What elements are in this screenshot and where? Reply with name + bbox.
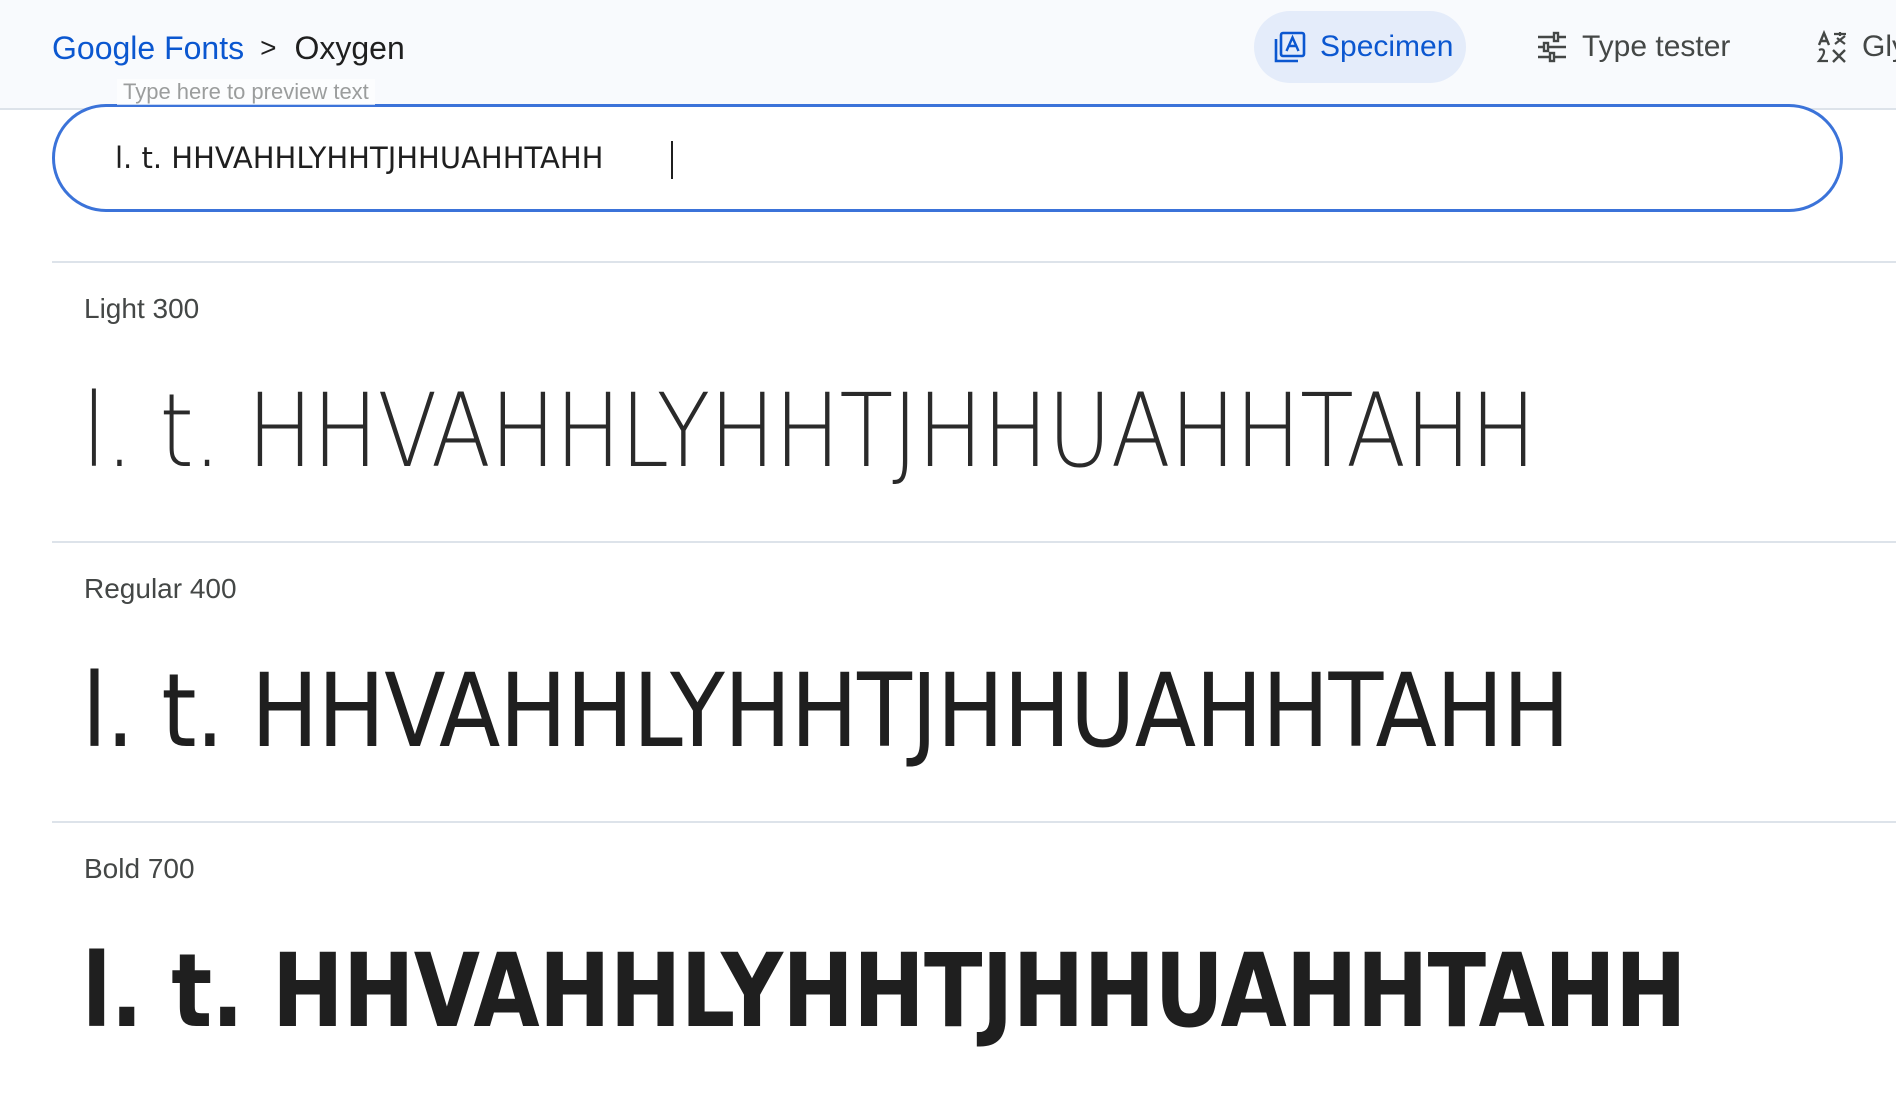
breadcrumb-current-font: Oxygen bbox=[294, 29, 405, 66]
style-preview-text: l. t. HHVAHHLYHHTJHHUAHHTAHH bbox=[82, 652, 1570, 771]
style-name: Regular 400 bbox=[84, 573, 237, 604]
sliders-icon bbox=[1534, 29, 1570, 65]
glyphs-icon bbox=[1814, 29, 1850, 65]
type-tester-field[interactable]: Type here to preview text bbox=[52, 79, 1843, 212]
style-row-light-300: Light 300 l. t. HHVAHHLYHHTJHHUAHHTAHH bbox=[52, 261, 1896, 541]
preview-text-input[interactable] bbox=[115, 129, 1765, 187]
style-preview-text: l. t. HHVAHHLYHHTJHHUAHHTAHH bbox=[82, 372, 1536, 491]
breadcrumb: Google Fonts > Oxygen bbox=[52, 26, 405, 70]
tab-type-tester-label: Type tester bbox=[1582, 30, 1731, 63]
tab-specimen-label: Specimen bbox=[1320, 30, 1454, 63]
tab-glyphs[interactable]: Gly bbox=[1812, 11, 1896, 83]
style-row-regular-400: Regular 400 l. t. HHVAHHLYHHTJHHUAHHTAHH bbox=[52, 541, 1896, 821]
style-row-bold-700: Bold 700 l. t. HHVAHHLYHHTJHHUAHHTAHH bbox=[52, 821, 1896, 1101]
type-tester-label: Type here to preview text bbox=[117, 79, 375, 105]
breadcrumb-google-fonts-link[interactable]: Google Fonts bbox=[52, 30, 244, 67]
breadcrumb-separator: > bbox=[260, 32, 277, 63]
specimen-icon bbox=[1272, 29, 1308, 65]
tab-type-tester[interactable]: Type tester bbox=[1532, 11, 1730, 83]
style-name: Bold 700 bbox=[84, 853, 195, 884]
style-preview-text: l. t. HHVAHHLYHHTJHHUAHHTAHH bbox=[82, 932, 1687, 1051]
style-name: Light 300 bbox=[84, 293, 200, 324]
text-caret bbox=[671, 141, 673, 179]
tab-glyphs-label: Gly bbox=[1862, 30, 1896, 63]
tab-specimen[interactable]: Specimen bbox=[1254, 11, 1466, 83]
